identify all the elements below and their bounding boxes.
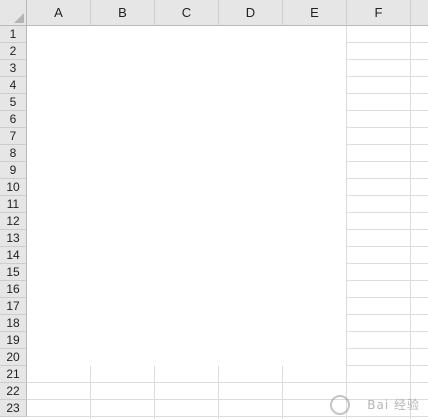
row-gridline bbox=[27, 382, 428, 383]
row-header[interactable]: 16 bbox=[0, 281, 27, 298]
row-header[interactable]: 1 bbox=[0, 26, 27, 43]
row-header[interactable]: 19 bbox=[0, 332, 27, 349]
row-gridline bbox=[347, 229, 428, 230]
column-header-e[interactable]: E bbox=[283, 0, 347, 26]
row-gridline bbox=[347, 263, 428, 264]
row-header[interactable]: 23 bbox=[0, 400, 27, 417]
column-header-b[interactable]: B bbox=[91, 0, 155, 26]
column-header-f[interactable]: F bbox=[347, 0, 411, 26]
row-header[interactable]: 18 bbox=[0, 315, 27, 332]
row-gridline bbox=[347, 59, 428, 60]
watermark: Bai 经验 bbox=[367, 398, 420, 412]
column-header-a[interactable]: A bbox=[27, 0, 91, 26]
row-gridline bbox=[347, 246, 428, 247]
column-header-next[interactable] bbox=[411, 0, 428, 26]
row-header[interactable]: 3 bbox=[0, 60, 27, 77]
column-gridline bbox=[282, 366, 283, 419]
row-header[interactable]: 12 bbox=[0, 213, 27, 230]
row-header[interactable]: 22 bbox=[0, 383, 27, 400]
row-header[interactable]: 9 bbox=[0, 162, 27, 179]
select-all-corner[interactable] bbox=[0, 0, 27, 26]
row-gridline bbox=[347, 331, 428, 332]
row-header[interactable]: 2 bbox=[0, 43, 27, 60]
row-header[interactable]: 21 bbox=[0, 366, 27, 383]
row-gridline bbox=[347, 127, 428, 128]
row-gridline bbox=[347, 314, 428, 315]
row-header[interactable]: 11 bbox=[0, 196, 27, 213]
row-gridline bbox=[347, 212, 428, 213]
row-gridline bbox=[347, 365, 428, 366]
row-header[interactable]: 15 bbox=[0, 264, 27, 281]
row-gridline bbox=[347, 76, 428, 77]
row-gridline bbox=[347, 161, 428, 162]
row-header[interactable]: 17 bbox=[0, 298, 27, 315]
watermark-paw-icon bbox=[330, 395, 350, 415]
row-header[interactable]: 10 bbox=[0, 179, 27, 196]
row-header[interactable]: 13 bbox=[0, 230, 27, 247]
column-gridline bbox=[154, 366, 155, 419]
cell-area[interactable] bbox=[27, 26, 428, 419]
row-header[interactable]: 14 bbox=[0, 247, 27, 264]
row-header[interactable]: 4 bbox=[0, 77, 27, 94]
select-all-triangle-icon bbox=[14, 13, 24, 23]
row-gridline bbox=[347, 42, 428, 43]
row-gridline bbox=[347, 144, 428, 145]
row-gridline bbox=[347, 280, 428, 281]
column-header-c[interactable]: C bbox=[155, 0, 219, 26]
spreadsheet-grid: A B C D E F 1 2 3 4 5 6 7 8 9 10 11 12 1… bbox=[0, 0, 428, 419]
row-header[interactable]: 20 bbox=[0, 349, 27, 366]
row-gridline bbox=[347, 93, 428, 94]
row-gridline bbox=[347, 348, 428, 349]
column-gridline bbox=[346, 26, 347, 419]
row-gridline bbox=[27, 416, 428, 417]
row-gridline bbox=[347, 195, 428, 196]
row-header[interactable]: 8 bbox=[0, 145, 27, 162]
row-header[interactable]: 7 bbox=[0, 128, 27, 145]
column-gridline bbox=[218, 366, 219, 419]
column-gridline bbox=[410, 26, 411, 419]
row-header[interactable]: 5 bbox=[0, 94, 27, 111]
row-gridline bbox=[347, 178, 428, 179]
column-header-d[interactable]: D bbox=[219, 0, 283, 26]
row-gridline bbox=[347, 110, 428, 111]
row-header[interactable]: 6 bbox=[0, 111, 27, 128]
column-gridline bbox=[90, 366, 91, 419]
row-gridline bbox=[347, 297, 428, 298]
